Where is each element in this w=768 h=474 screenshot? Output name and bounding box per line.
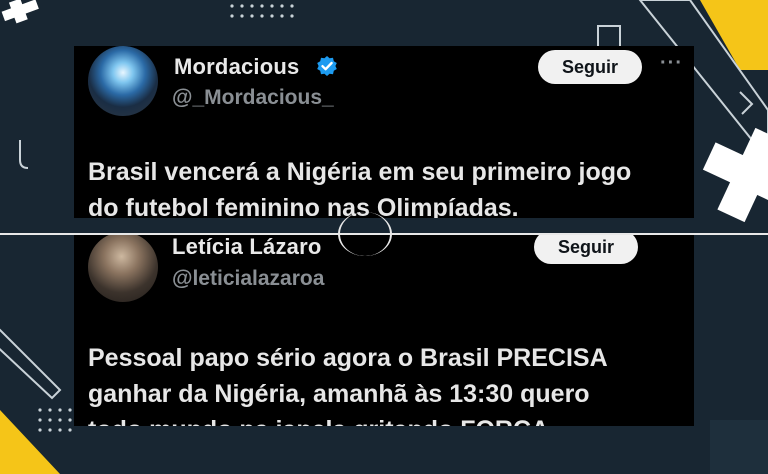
handle[interactable]: @leticialazaroa	[172, 267, 324, 291]
tweet-line: todo mundo na janela gritando FORÇA	[88, 412, 608, 426]
tweet-text: Brasil vencerá a Nigéria em seu primeiro…	[88, 154, 631, 218]
follow-button[interactable]: Seguir	[538, 50, 642, 84]
cross-top-left	[1, 0, 39, 24]
follow-button[interactable]: Seguir	[534, 234, 638, 264]
tweet-card: Mordacious @_Mordacious_ Seguir ··· Bras…	[74, 46, 694, 218]
zigzag-right	[739, 91, 754, 115]
avatar[interactable]	[88, 234, 158, 302]
tweet-card: Letícia Lázaro @leticialazaroa Seguir Pe…	[74, 234, 694, 426]
tweet-line: ganhar da Nigéria, amanhã às 13:30 quero	[88, 380, 590, 408]
dot-grid-top	[230, 4, 294, 18]
display-name[interactable]: Mordacious	[174, 54, 299, 80]
display-name[interactable]: Letícia Lázaro	[172, 234, 322, 260]
dot-grid-bottom-left	[38, 408, 72, 432]
tweet-text: Pessoal papo sério agora o Brasil PRECIS…	[88, 340, 608, 426]
tweet-line: Pessoal papo sério agora o Brasil PRECIS…	[88, 344, 608, 372]
hook-left	[19, 140, 29, 169]
block-bottom-right	[710, 420, 768, 474]
outline-bar-left	[0, 328, 62, 400]
square-outline	[597, 25, 621, 49]
cross-right	[702, 127, 768, 223]
tweet-line: Brasil vencerá a Nigéria em seu primeiro…	[88, 158, 632, 186]
avatar[interactable]	[88, 46, 158, 116]
verified-badge-icon	[317, 56, 337, 76]
handle[interactable]: @_Mordacious_	[172, 86, 334, 110]
divider-handle[interactable]	[338, 212, 392, 256]
more-dots-icon[interactable]: ···	[660, 52, 683, 75]
yellow-stripe-top-right	[700, 0, 768, 70]
